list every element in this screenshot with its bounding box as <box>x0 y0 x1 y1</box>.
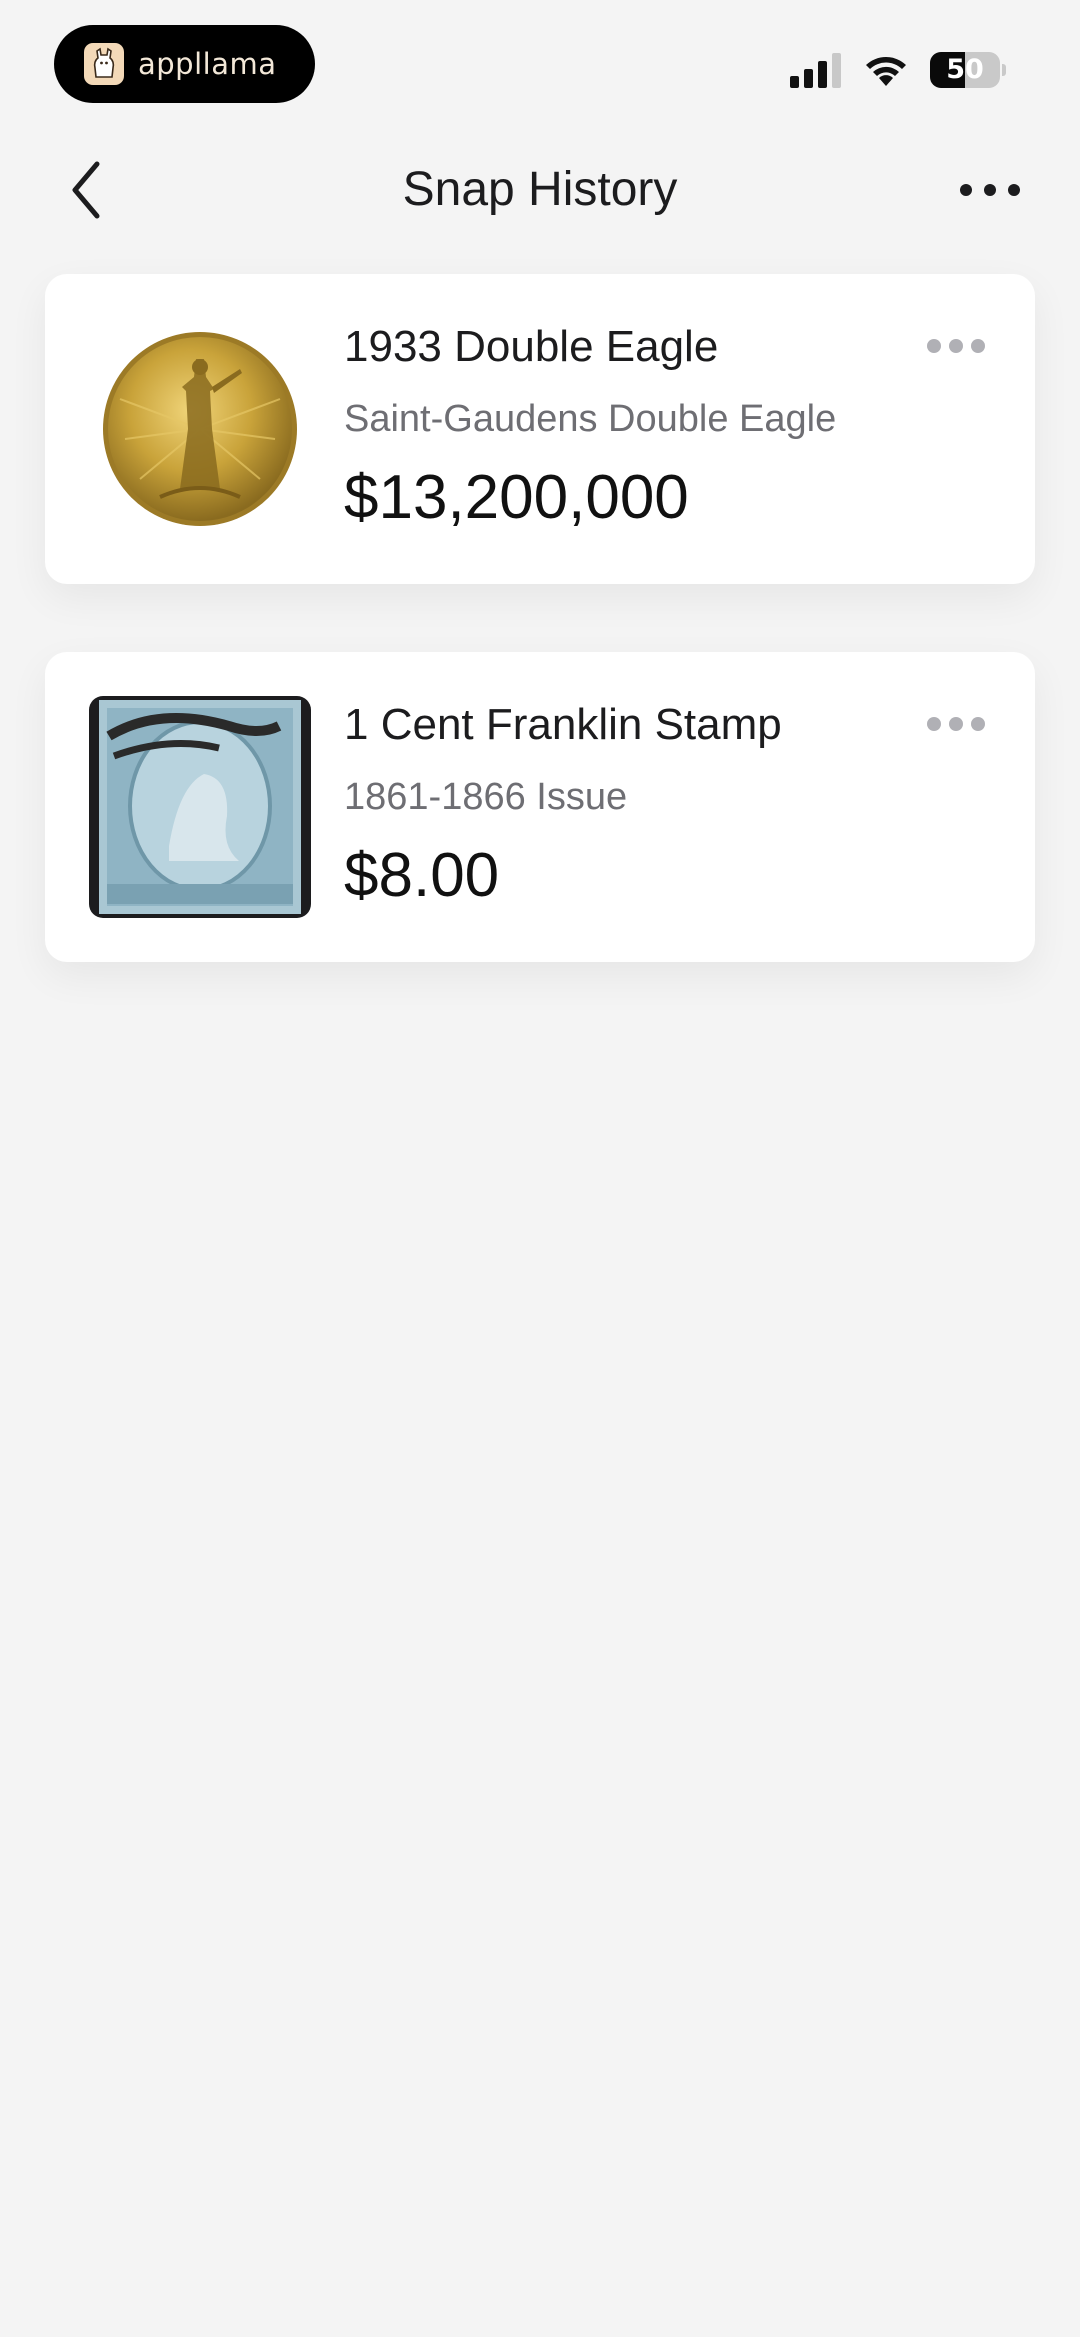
item-subtitle: 1861-1866 Issue <box>344 776 628 818</box>
navigation-bar: Snap History <box>0 140 1080 240</box>
page-title: Snap History <box>402 163 678 216</box>
status-bar: appllama 50 <box>0 0 1080 120</box>
more-horizontal-icon <box>927 339 985 353</box>
history-item-card[interactable]: 1 Cent Franklin Stamp 1861-1866 Issue $8… <box>45 652 1035 962</box>
app-name: appllama <box>138 47 277 81</box>
item-menu-button[interactable] <box>921 704 991 744</box>
more-options-button[interactable] <box>950 160 1030 220</box>
gold-coin-image <box>89 318 311 540</box>
battery-icon: 50 <box>930 52 1006 88</box>
item-menu-button[interactable] <box>921 326 991 366</box>
more-horizontal-icon <box>960 184 1020 196</box>
history-item-card[interactable]: 1933 Double Eagle Saint-Gaudens Double E… <box>45 274 1035 584</box>
chevron-left-icon <box>72 161 100 219</box>
item-name: 1 Cent Franklin Stamp <box>344 700 782 749</box>
more-horizontal-icon <box>927 717 985 731</box>
battery-level-text: 50 <box>946 54 984 85</box>
blue-stamp-image <box>89 696 311 918</box>
item-price: $13,200,000 <box>344 463 689 532</box>
item-subtitle: Saint-Gaudens Double Eagle <box>344 398 837 440</box>
cellular-signal-icon <box>790 53 841 88</box>
app-indicator-pill[interactable]: appllama <box>54 25 315 103</box>
item-name: 1933 Double Eagle <box>344 322 719 371</box>
llama-logo-icon <box>84 43 124 85</box>
wifi-icon <box>866 57 906 86</box>
item-price: $8.00 <box>344 841 500 910</box>
back-button[interactable] <box>56 160 116 220</box>
